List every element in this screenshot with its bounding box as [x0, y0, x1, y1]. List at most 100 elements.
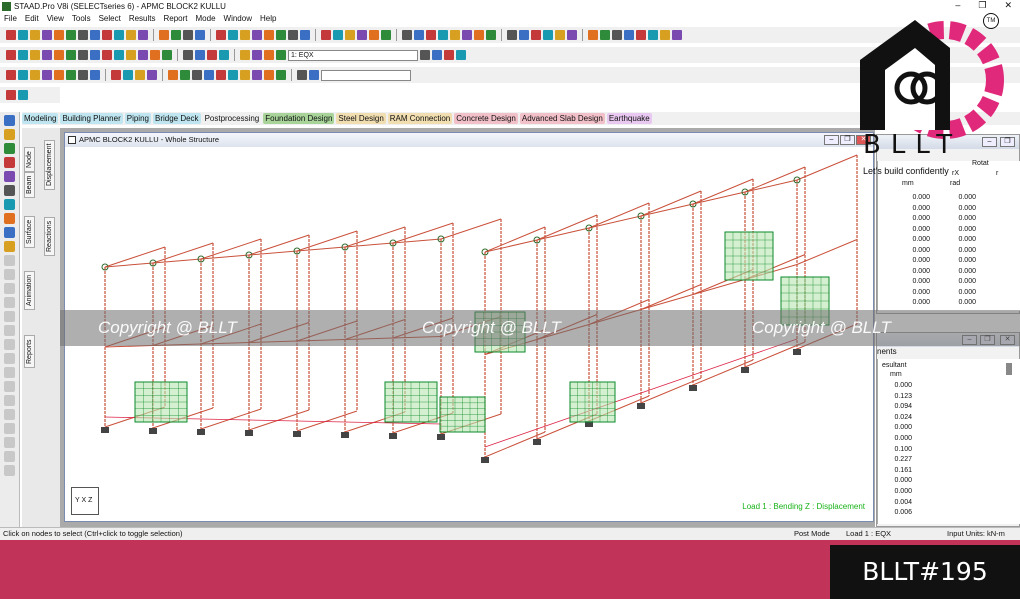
- toolbar-button[interactable]: [162, 50, 172, 60]
- left-tool-button[interactable]: [4, 185, 15, 196]
- toolbar-button[interactable]: [300, 30, 310, 40]
- menu-report[interactable]: Report: [164, 14, 188, 23]
- toolbar-button[interactable]: [432, 50, 442, 60]
- menu-file[interactable]: File: [4, 14, 17, 23]
- left-tool-button[interactable]: [4, 465, 15, 476]
- toolbar-button[interactable]: [276, 70, 286, 80]
- toolbar-button[interactable]: [507, 30, 517, 40]
- toolbar-button[interactable]: [228, 30, 238, 40]
- toolbar-button[interactable]: [147, 70, 157, 80]
- toolbar-button[interactable]: [636, 30, 646, 40]
- toolbar-button[interactable]: [78, 50, 88, 60]
- toolbar-button[interactable]: [333, 30, 343, 40]
- toolbar-button[interactable]: [240, 70, 250, 80]
- tab-steel-design[interactable]: Steel Design: [336, 113, 386, 124]
- toolbar-button[interactable]: [420, 50, 430, 60]
- side-tab-displacement[interactable]: Displacement: [44, 139, 55, 190]
- toolbar-button[interactable]: [648, 30, 658, 40]
- left-tool-button[interactable]: [4, 367, 15, 378]
- toolbar-button[interactable]: [240, 30, 250, 40]
- toolbar-button[interactable]: [42, 70, 52, 80]
- tab-postprocessing[interactable]: Postprocessing: [202, 113, 262, 124]
- toolbar-button[interactable]: [18, 90, 28, 100]
- left-tool-button[interactable]: [4, 451, 15, 462]
- load-case-select[interactable]: 1: EQX: [288, 49, 418, 61]
- toolbar-button[interactable]: [369, 30, 379, 40]
- menu-mode[interactable]: Mode: [196, 14, 216, 23]
- toolbar-button[interactable]: [321, 30, 331, 40]
- side-tab-reactions[interactable]: Reactions: [44, 216, 55, 256]
- side-tab-node[interactable]: Node: [24, 147, 35, 172]
- tab-earthquake[interactable]: Earthquake: [606, 113, 652, 124]
- left-tool-button[interactable]: [4, 255, 15, 266]
- toolbar-button[interactable]: [150, 50, 160, 60]
- toolbar-button[interactable]: [123, 70, 133, 80]
- toolbar-button[interactable]: [126, 50, 136, 60]
- tab-piping[interactable]: Piping: [124, 113, 151, 124]
- toolbar-button[interactable]: [474, 30, 484, 40]
- left-tool-button[interactable]: [4, 129, 15, 140]
- toolbar-button[interactable]: [66, 50, 76, 60]
- toolbar-button[interactable]: [555, 30, 565, 40]
- toolbar-button[interactable]: [519, 30, 529, 40]
- toolbar-button[interactable]: [264, 70, 274, 80]
- toolbar-button[interactable]: [195, 50, 205, 60]
- toolbar-button[interactable]: [111, 70, 121, 80]
- toolbar-button[interactable]: [309, 70, 319, 80]
- left-tool-button[interactable]: [4, 157, 15, 168]
- scrollbar-thumb[interactable]: [1006, 363, 1012, 375]
- menu-tools[interactable]: Tools: [72, 14, 91, 23]
- toolbar-button[interactable]: [6, 70, 16, 80]
- menu-help[interactable]: Help: [260, 14, 276, 23]
- toolbar-button[interactable]: [18, 70, 28, 80]
- results-select[interactable]: [321, 69, 411, 81]
- tab-modeling[interactable]: Modeling: [22, 113, 59, 124]
- toolbar-button[interactable]: [264, 30, 274, 40]
- viewport-restore-button[interactable]: ❐: [840, 135, 855, 145]
- toolbar-button[interactable]: [102, 50, 112, 60]
- toolbar-button[interactable]: [414, 30, 424, 40]
- side-tab-animation[interactable]: Animation: [24, 270, 35, 310]
- toolbar-button[interactable]: [168, 70, 178, 80]
- toolbar-button[interactable]: [204, 70, 214, 80]
- toolbar-button[interactable]: [171, 30, 181, 40]
- toolbar-button[interactable]: [228, 70, 238, 80]
- left-tool-button[interactable]: [4, 339, 15, 350]
- left-tool-button[interactable]: [4, 213, 15, 224]
- toolbar-button[interactable]: [426, 30, 436, 40]
- toolbar-button[interactable]: [30, 30, 40, 40]
- tab-bridge-deck[interactable]: Bridge Deck: [152, 113, 201, 124]
- left-tool-button[interactable]: [4, 241, 15, 252]
- toolbar-button[interactable]: [624, 30, 634, 40]
- toolbar-button[interactable]: [486, 30, 496, 40]
- toolbar-button[interactable]: [78, 30, 88, 40]
- toolbar-button[interactable]: [6, 90, 16, 100]
- menu-results[interactable]: Results: [129, 14, 156, 23]
- toolbar-button[interactable]: [183, 50, 193, 60]
- toolbar-button[interactable]: [90, 50, 100, 60]
- toolbar-button[interactable]: [264, 50, 274, 60]
- toolbar-button[interactable]: [438, 30, 448, 40]
- left-tool-button[interactable]: [4, 409, 15, 420]
- toolbar-button[interactable]: [531, 30, 541, 40]
- tab-building-planner[interactable]: Building Planner: [60, 113, 123, 124]
- toolbar-button[interactable]: [66, 30, 76, 40]
- toolbar-button[interactable]: [252, 70, 262, 80]
- left-tool-button[interactable]: [4, 199, 15, 210]
- toolbar-button[interactable]: [54, 70, 64, 80]
- toolbar-button[interactable]: [138, 30, 148, 40]
- toolbar-button[interactable]: [54, 30, 64, 40]
- left-tool-button[interactable]: [4, 115, 15, 126]
- toolbar-button[interactable]: [18, 50, 28, 60]
- toolbar-button[interactable]: [42, 50, 52, 60]
- toolbar-button[interactable]: [159, 30, 169, 40]
- toolbar-button[interactable]: [126, 30, 136, 40]
- toolbar-button[interactable]: [90, 70, 100, 80]
- tab-ram-connection[interactable]: RAM Connection: [387, 113, 453, 124]
- toolbar-button[interactable]: [297, 70, 307, 80]
- toolbar-button[interactable]: [276, 30, 286, 40]
- toolbar-button[interactable]: [456, 50, 466, 60]
- left-tool-button[interactable]: [4, 171, 15, 182]
- toolbar-button[interactable]: [192, 70, 202, 80]
- side-tab-surface[interactable]: Surface: [24, 215, 35, 248]
